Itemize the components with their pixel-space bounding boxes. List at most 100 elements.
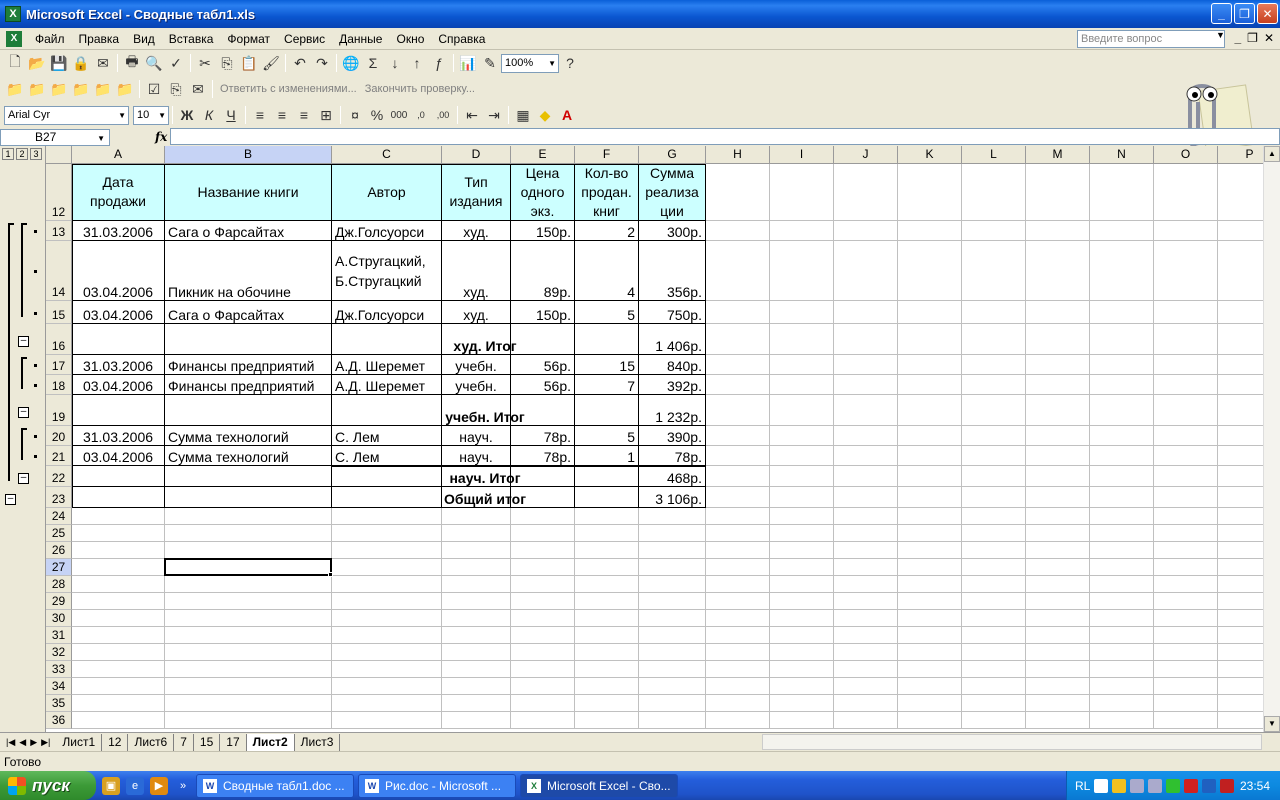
sheet-tab-6[interactable]: Лист2 <box>246 733 295 751</box>
review-icon-1[interactable]: 📁 <box>4 78 26 100</box>
row-header-34[interactable]: 34 <box>46 678 72 695</box>
menu-help[interactable]: Справка <box>431 29 492 49</box>
sheet-tab-2[interactable]: Лист6 <box>128 733 175 751</box>
row-header-15[interactable]: 15 <box>46 301 72 324</box>
row-header-26[interactable]: 26 <box>46 542 72 559</box>
redo-icon[interactable]: ↷ <box>311 52 333 74</box>
date-cell[interactable]: 03.04.2006 <box>72 375 164 394</box>
author-cell[interactable]: А.Д. Шеремет <box>332 375 441 394</box>
date-cell[interactable]: 31.03.2006 <box>72 355 164 374</box>
sheet-tab-4[interactable]: 15 <box>194 733 221 751</box>
collapse-group-button[interactable]: – <box>18 472 29 484</box>
subtotal-sum[interactable]: 1 232р. <box>639 395 705 425</box>
currency-icon[interactable]: ¤ <box>344 104 366 126</box>
font-select[interactable]: Arial Cyr ▼ <box>4 105 129 125</box>
book-title-cell[interactable]: Сага о Фарсайтах <box>165 221 331 240</box>
worksheet[interactable]: 1 2 3 ABCDEFGHIJKLMNOP 12 13 14 15 16 17 18 19 2… <box>0 146 1280 732</box>
review-track-icon[interactable]: ⎘ <box>165 78 187 100</box>
formula-input[interactable] <box>170 128 1280 145</box>
next-sheet-icon[interactable]: ▶ <box>30 737 37 748</box>
book-title-cell[interactable]: Сумма технологий <box>165 426 331 445</box>
column-header-j[interactable]: J <box>834 146 898 164</box>
menu-tools[interactable]: Сервис <box>277 29 332 49</box>
scroll-up-icon[interactable]: ▲ <box>1264 146 1280 162</box>
font-color-icon[interactable]: A <box>556 104 578 126</box>
column-header-e[interactable]: E <box>511 146 575 164</box>
menu-data[interactable]: Данные <box>332 29 389 49</box>
borders-icon[interactable]: ▦ <box>512 104 534 126</box>
column-header-k[interactable]: K <box>898 146 962 164</box>
subtotal-sum[interactable]: 1 406р. <box>639 324 705 354</box>
review-icon-5[interactable]: 📁 <box>92 78 114 100</box>
book-title-cell[interactable]: Сага о Фарсайтах <box>165 301 331 323</box>
fill-color-icon[interactable]: ◆ <box>534 104 556 126</box>
increase-decimal-icon[interactable]: ,0 <box>410 104 432 126</box>
subtotal-label[interactable]: худ. Итог <box>332 324 638 354</box>
minimize-button[interactable]: _ <box>1211 3 1232 24</box>
task-button-excel[interactable]: X Microsoft Excel - Сво... <box>520 773 678 798</box>
row-header-35[interactable]: 35 <box>46 695 72 712</box>
sum-cell[interactable]: 78р. <box>639 446 705 465</box>
ask-dropdown-icon[interactable]: ▼ <box>1216 30 1225 40</box>
sum-cell[interactable]: 392р. <box>639 375 705 394</box>
bold-icon[interactable]: Ж <box>176 104 198 126</box>
row-header-17[interactable]: 17 <box>46 355 72 375</box>
row-header-13[interactable]: 13 <box>46 221 72 241</box>
date-cell[interactable]: 03.04.2006 <box>72 446 164 465</box>
date-cell[interactable]: 03.04.2006 <box>72 301 164 323</box>
close-button[interactable]: ✕ <box>1257 3 1278 24</box>
column-header-n[interactable]: N <box>1090 146 1154 164</box>
hyperlink-icon[interactable]: 🌐 <box>340 52 362 74</box>
column-header-o[interactable]: O <box>1154 146 1218 164</box>
tray-back-icon[interactable] <box>1094 778 1109 793</box>
date-cell[interactable]: 03.04.2006 <box>72 241 164 300</box>
sum-cell[interactable]: 750р. <box>639 301 705 323</box>
email-icon[interactable]: ✉ <box>92 52 114 74</box>
thousands-icon[interactable]: 000 <box>388 104 410 126</box>
doc-close-icon[interactable]: ✕ <box>1264 31 1274 45</box>
undo-icon[interactable]: ↶ <box>289 52 311 74</box>
quantity-cell[interactable]: 1 <box>575 446 638 465</box>
task-button-word-1[interactable]: W Сводные табл1.doc ... <box>196 773 354 798</box>
column-header-h[interactable]: H <box>706 146 770 164</box>
quantity-cell[interactable]: 7 <box>575 375 638 394</box>
outline-level-1-button[interactable]: 1 <box>2 148 14 160</box>
selected-cell-b27[interactable] <box>164 558 332 576</box>
review-check-icon[interactable]: ☑ <box>143 78 165 100</box>
decrease-decimal-icon[interactable]: ,00 <box>432 104 454 126</box>
autosum-icon[interactable]: Σ <box>362 52 384 74</box>
tray-network2-icon[interactable] <box>1148 778 1163 793</box>
date-cell[interactable]: 31.03.2006 <box>72 221 164 240</box>
review-icon-6[interactable]: 📁 <box>114 78 136 100</box>
row-header-22[interactable]: 22 <box>46 466 72 487</box>
quicklaunch-desktop-icon[interactable]: ▣ <box>102 776 120 795</box>
row-header-16[interactable]: 16 <box>46 324 72 355</box>
drawing-icon[interactable]: ✎ <box>479 52 501 74</box>
spelling-icon[interactable]: ✓ <box>165 52 187 74</box>
column-header-l[interactable]: L <box>962 146 1026 164</box>
book-title-cell[interactable]: Финансы предприятий <box>165 375 331 394</box>
row-header-31[interactable]: 31 <box>46 627 72 644</box>
author-cell[interactable]: Дж.Голсуорси <box>332 221 441 240</box>
column-header-a[interactable]: A <box>72 146 165 164</box>
row-header-30[interactable]: 30 <box>46 610 72 627</box>
merge-center-icon[interactable]: ⊞ <box>315 104 337 126</box>
header-cell-a[interactable]: Дата продажи <box>72 164 164 220</box>
align-right-icon[interactable]: ≡ <box>293 104 315 126</box>
function-icon[interactable]: ƒ <box>428 52 450 74</box>
author-cell[interactable]: А.Д. Шеремет <box>332 355 441 374</box>
quicklaunch-more-icon[interactable]: » <box>174 777 192 795</box>
sum-cell[interactable]: 300р. <box>639 221 705 240</box>
price-cell[interactable]: 56р. <box>511 375 574 394</box>
collapse-group-button[interactable]: – <box>18 335 29 347</box>
row-header-33[interactable]: 33 <box>46 661 72 678</box>
book-title-cell[interactable]: Сумма технологий <box>165 446 331 465</box>
column-header-d[interactable]: D <box>442 146 511 164</box>
help-icon[interactable]: ? <box>559 52 581 74</box>
review-icon-3[interactable]: 📁 <box>48 78 70 100</box>
type-cell[interactable]: учебн. <box>442 355 510 374</box>
row-header-20[interactable]: 20 <box>46 426 72 446</box>
row-header-28[interactable]: 28 <box>46 576 72 593</box>
author-cell[interactable]: С. Лем <box>332 446 441 465</box>
sheet-tab-1[interactable]: 12 <box>102 733 129 751</box>
